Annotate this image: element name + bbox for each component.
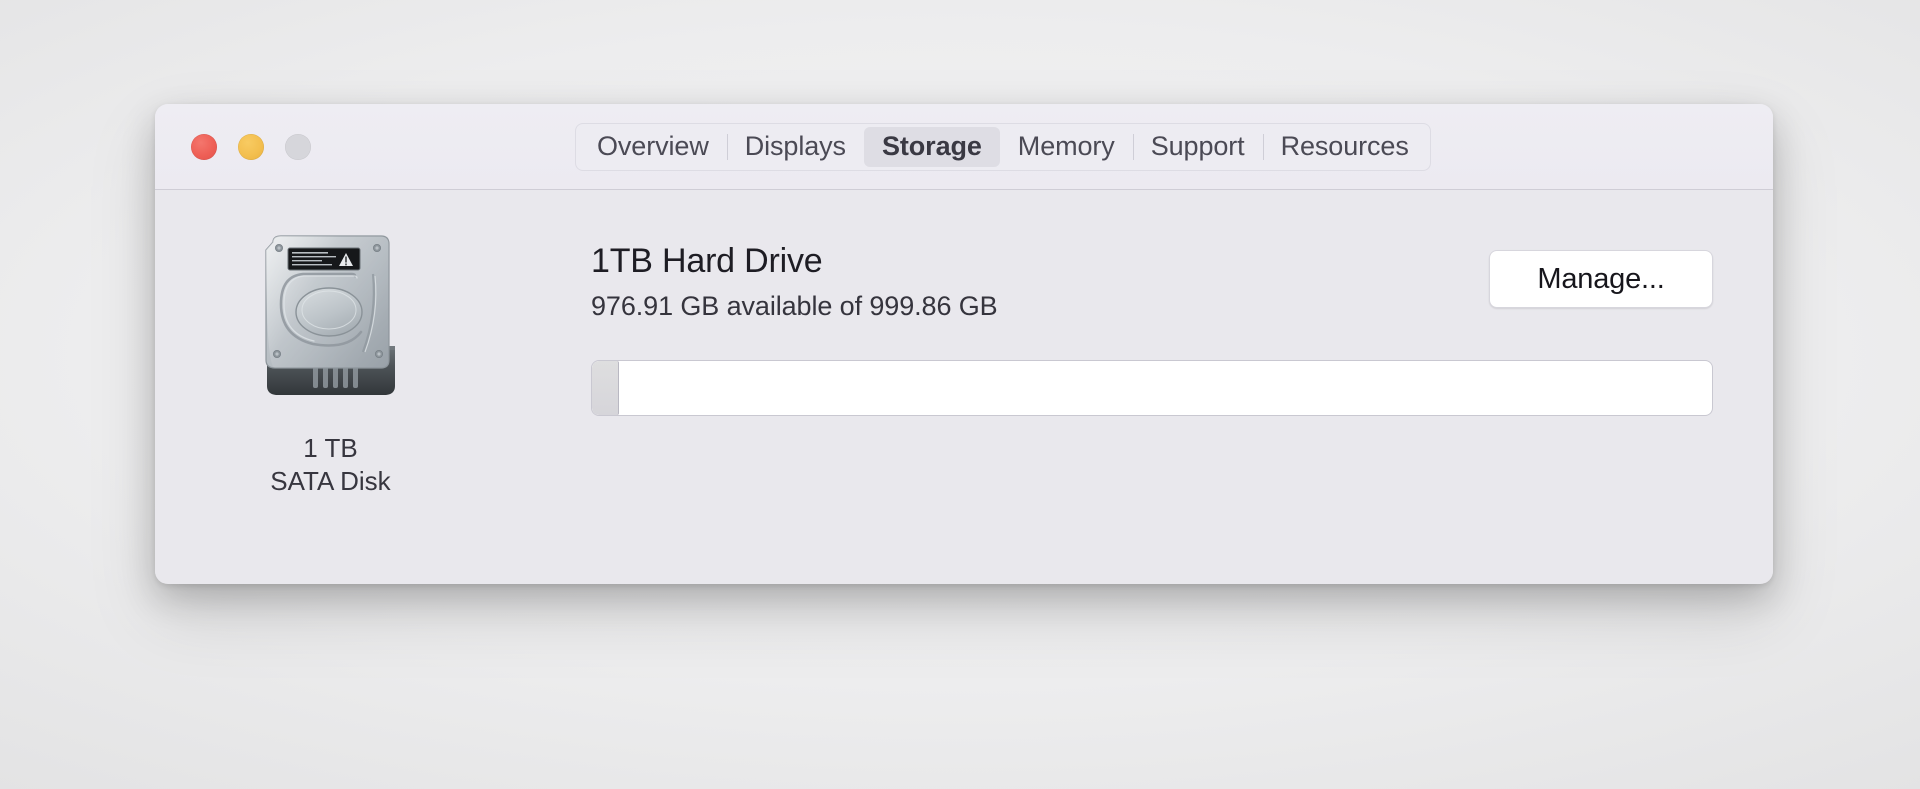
minimize-button-icon[interactable] <box>238 133 264 160</box>
close-button-icon[interactable] <box>191 133 217 160</box>
zoom-button-icon <box>285 133 311 160</box>
tab-overview-label: Overview <box>597 131 709 161</box>
tab-bar: Overview Displays Storage Memory Support… <box>575 122 1431 171</box>
tab-resources-label: Resources <box>1280 131 1409 161</box>
disk-caption-type: SATA Disk <box>270 466 391 497</box>
drive-details: Manage... 1TB Hard Drive 976.91 GB avail… <box>591 242 1713 416</box>
window-controls <box>191 133 311 160</box>
tab-displays-label: Displays <box>744 131 846 161</box>
tab-resources[interactable]: Resources <box>1262 127 1427 167</box>
disk-caption-capacity: 1 TB <box>303 433 358 463</box>
tab-storage-label: Storage <box>881 131 982 161</box>
desktop-background: Overview Displays Storage Memory Support… <box>0 0 1920 789</box>
tab-memory-label: Memory <box>1017 131 1115 161</box>
manage-button[interactable]: Manage... <box>1489 250 1713 308</box>
manage-button-label: Manage... <box>1537 262 1665 295</box>
storage-usage-bar <box>591 360 1713 416</box>
storage-pane: 1 TB SATA Disk Manage... 1TB Hard Drive … <box>155 190 1773 583</box>
tab-storage[interactable]: Storage <box>863 126 1000 167</box>
storage-used-segment <box>592 361 619 415</box>
tab-support[interactable]: Support <box>1132 127 1263 167</box>
tab-support-label: Support <box>1150 131 1245 161</box>
tab-displays[interactable]: Displays <box>726 127 864 167</box>
internal-hard-disk-icon <box>251 228 411 410</box>
about-this-mac-window: Overview Displays Storage Memory Support… <box>155 104 1773 584</box>
disk-summary: 1 TB SATA Disk <box>223 228 438 499</box>
window-titlebar: Overview Displays Storage Memory Support… <box>155 104 1773 190</box>
disk-caption: 1 TB SATA Disk <box>223 432 438 499</box>
tab-memory[interactable]: Memory <box>1000 127 1133 167</box>
tab-overview[interactable]: Overview <box>579 127 727 167</box>
